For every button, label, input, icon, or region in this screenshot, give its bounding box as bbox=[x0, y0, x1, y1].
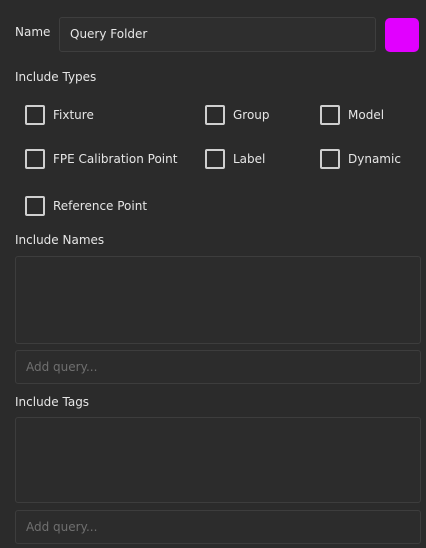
model-checkbox[interactable]: Model bbox=[320, 104, 384, 126]
color-swatch-button[interactable] bbox=[385, 18, 419, 52]
label-checkbox-label: Label bbox=[233, 152, 266, 166]
fpe-calibration-point-checkbox[interactable]: FPE Calibration Point bbox=[25, 148, 177, 170]
include-names-list[interactable] bbox=[15, 256, 421, 344]
group-checkbox[interactable]: Group bbox=[205, 104, 270, 126]
checkbox-box[interactable] bbox=[205, 149, 225, 169]
query-folder-panel: Name Query Folder Include Types Fixture … bbox=[0, 0, 426, 548]
checkbox-box[interactable] bbox=[320, 105, 340, 125]
fixture-checkbox[interactable]: Fixture bbox=[25, 104, 94, 126]
fixture-checkbox-label: Fixture bbox=[53, 108, 94, 122]
include-tags-list[interactable] bbox=[15, 417, 421, 503]
include-tags-query-input[interactable]: Add query... bbox=[15, 510, 421, 544]
dynamic-checkbox[interactable]: Dynamic bbox=[320, 148, 401, 170]
checkbox-box[interactable] bbox=[25, 196, 45, 216]
include-types-heading: Include Types bbox=[15, 70, 97, 84]
include-names-query-input[interactable]: Add query... bbox=[15, 350, 421, 384]
label-checkbox[interactable]: Label bbox=[205, 148, 265, 170]
checkbox-box[interactable] bbox=[25, 105, 45, 125]
checkbox-box[interactable] bbox=[25, 149, 45, 169]
reference-point-checkbox[interactable]: Reference Point bbox=[25, 195, 147, 217]
fpe-calibration-point-checkbox-label: FPE Calibration Point bbox=[53, 152, 178, 166]
name-label: Name bbox=[15, 25, 51, 39]
include-names-heading: Include Names bbox=[15, 233, 105, 247]
dynamic-checkbox-label: Dynamic bbox=[348, 152, 401, 166]
name-input[interactable]: Query Folder bbox=[59, 17, 376, 52]
model-checkbox-label: Model bbox=[348, 108, 385, 122]
checkbox-box[interactable] bbox=[205, 105, 225, 125]
checkbox-box[interactable] bbox=[320, 149, 340, 169]
include-tags-heading: Include Tags bbox=[15, 395, 90, 409]
reference-point-checkbox-label: Reference Point bbox=[53, 199, 148, 213]
group-checkbox-label: Group bbox=[233, 108, 270, 122]
